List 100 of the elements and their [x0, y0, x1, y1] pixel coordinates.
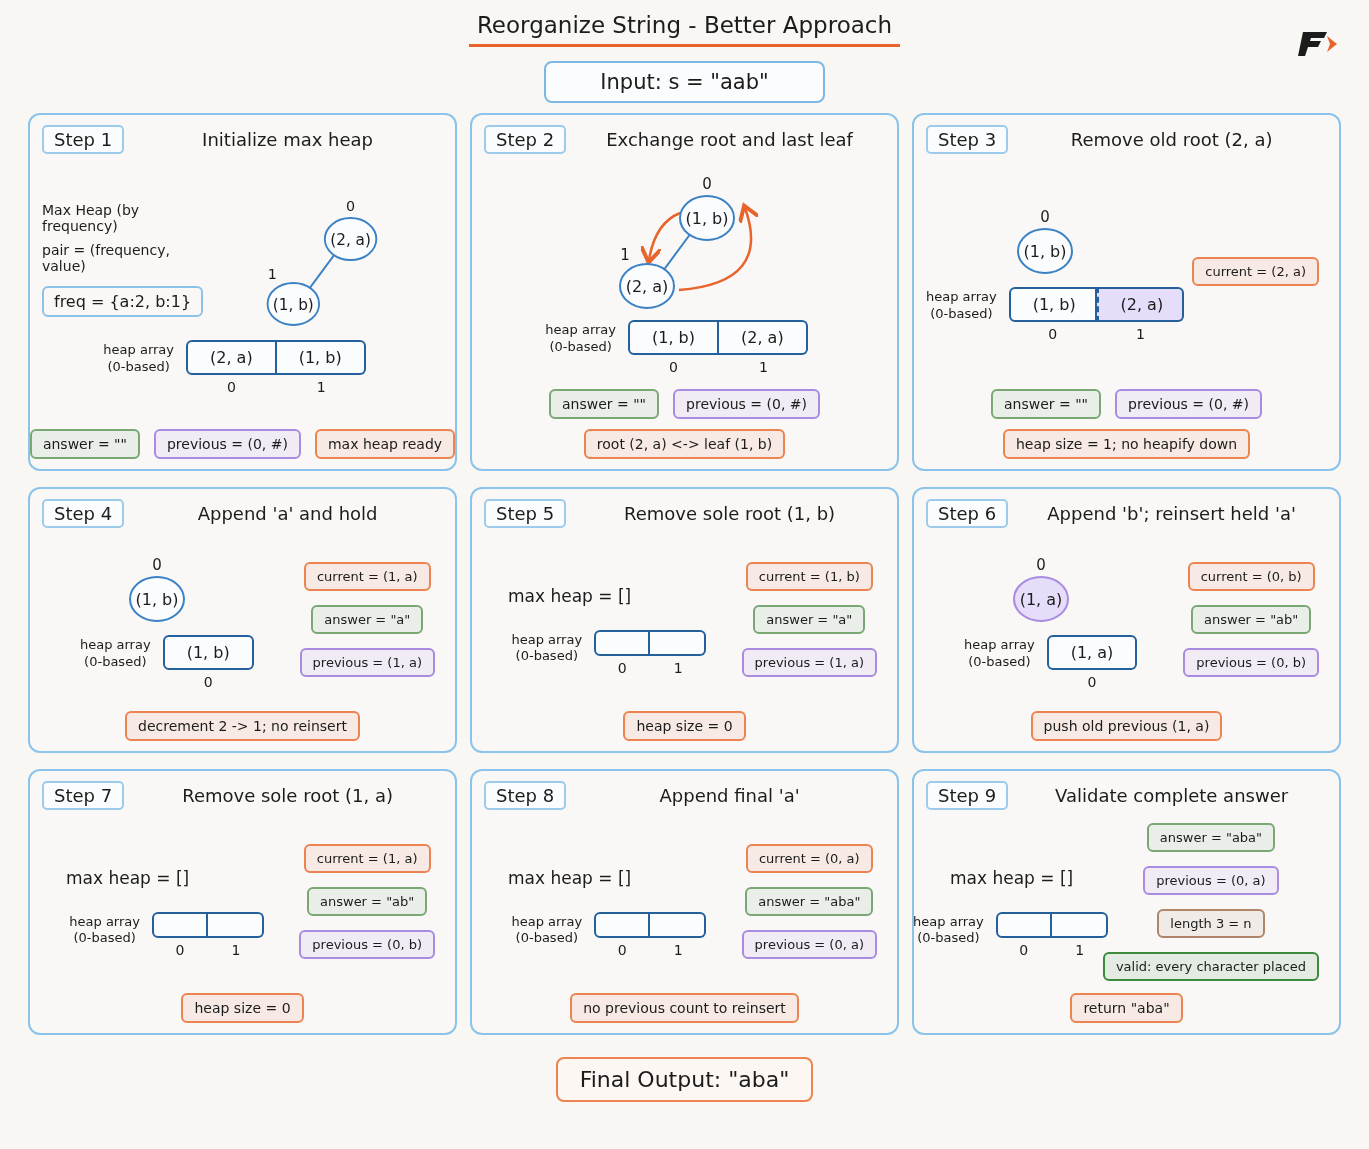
note-text: pair = (frequency, value)	[42, 242, 171, 274]
array-cell: (1, b)	[276, 340, 366, 375]
state-tag: root (2, a) <-> leaf (1, b)	[583, 429, 786, 459]
step-label: Step 9	[926, 781, 1009, 810]
heap-node: (1, a)	[1012, 576, 1069, 622]
state-tag: answer = ""	[991, 389, 1102, 419]
page-title: Reorganize String - Better Approach	[468, 12, 901, 47]
array-label: (0-based)	[84, 653, 147, 671]
array-cell: (1, b)	[628, 320, 719, 355]
array-index: 0	[668, 358, 679, 375]
state-tag: answer = "a"	[753, 605, 866, 634]
step-label: Step 3	[926, 125, 1009, 154]
heap-node: (1, b)	[266, 282, 321, 326]
array-index: 0	[174, 940, 186, 958]
state-tag: answer = "ab"	[307, 887, 428, 916]
state-tag: current = (0, b)	[1187, 562, 1315, 591]
input-box: Input: s = "aab"	[544, 61, 825, 103]
logo-icon	[1297, 30, 1339, 58]
state-tag: previous = (0, a)	[741, 930, 877, 959]
state-tag: valid: every character placed	[1102, 951, 1319, 981]
state-tag: answer = "aba"	[745, 887, 874, 916]
heap-node: (1, b)	[1017, 228, 1074, 274]
node-index: 1	[267, 266, 277, 283]
array-label: (0-based)	[917, 930, 980, 948]
heap-node: (2, a)	[323, 217, 378, 261]
state-tag: current = (1, a)	[303, 844, 431, 873]
step-title: Append final 'a'	[658, 785, 801, 806]
definition-box: freq = {a:2, b:1}	[42, 286, 204, 317]
array-index: 0	[616, 940, 628, 958]
state-tag: previous = (0, #)	[673, 389, 820, 419]
array-label: heap array	[545, 322, 616, 339]
state-tag: length 3 = n	[1157, 908, 1265, 938]
state-tag: return "aba"	[1070, 993, 1183, 1023]
array-index: 1	[315, 378, 327, 395]
array-index: 1	[757, 358, 769, 375]
note-text: Max Heap (by frequency)	[42, 202, 141, 234]
array-index: 0	[616, 658, 628, 676]
node-index: 0	[701, 175, 712, 193]
array-index: 0	[202, 673, 214, 690]
array-label: heap array	[69, 913, 140, 931]
node-index: 1	[619, 246, 630, 264]
state-tag: current = (1, b)	[745, 562, 873, 591]
state-tag: heap size = 0	[181, 993, 304, 1023]
state-tag: previous = (0, b)	[299, 930, 435, 959]
node-index: 0	[346, 198, 356, 215]
heap-node: (1, b)	[678, 195, 735, 241]
state-tag: current = (0, a)	[745, 844, 873, 873]
tree-edge	[662, 232, 691, 272]
step-label: Step 5	[484, 499, 567, 528]
array-label: (0-based)	[73, 930, 136, 948]
state-tag: decrement 2 -> 1; no reinsert	[125, 711, 360, 741]
node-index: 0	[152, 556, 162, 574]
array-label: heap array	[964, 637, 1035, 654]
state-tag: answer = "aba"	[1146, 822, 1276, 852]
array-label: heap array	[103, 342, 174, 359]
state-tag: previous = (0, b)	[1183, 648, 1319, 677]
final-output-box: Final Output: "aba"	[555, 1057, 814, 1102]
array-label: heap array	[511, 913, 583, 931]
step-label: Step 4	[42, 499, 125, 528]
empty-heap-text: max heap = []	[507, 584, 633, 608]
empty-heap-text: max heap = []	[65, 866, 191, 890]
array-label: heap array	[511, 631, 583, 649]
array-cell: (1, b)	[1008, 287, 1097, 322]
state-tag: current = (2, a)	[1192, 257, 1319, 286]
array-label: (0-based)	[549, 338, 612, 356]
array-index: 0	[225, 378, 237, 395]
array-label: (0-based)	[515, 648, 578, 666]
empty-heap-text: max heap = []	[507, 866, 633, 890]
step-title: Remove sole root (1, b)	[623, 503, 837, 524]
array-label: (0-based)	[107, 358, 170, 376]
step-title: Append 'a' and hold	[196, 503, 379, 524]
step-title: Exchange root and last leaf	[605, 129, 855, 150]
state-tag: previous = (0, #)	[154, 429, 301, 459]
array-cell: (1, a)	[1046, 635, 1138, 670]
array-label: heap array	[913, 913, 984, 931]
state-tag: no previous count to reinsert	[570, 993, 799, 1023]
array-index: 1	[1134, 325, 1146, 342]
array-index: 0	[1086, 673, 1098, 690]
array-label: (0-based)	[930, 305, 993, 323]
step-title: Remove sole root (1, a)	[181, 785, 394, 806]
heap-node: (2, a)	[618, 263, 675, 309]
state-tag: answer = "ab"	[1191, 605, 1312, 634]
state-tag: previous = (0, #)	[1115, 389, 1262, 419]
tree-edge	[308, 253, 336, 290]
array-label: heap array	[926, 289, 997, 306]
state-tag: current = (1, a)	[303, 562, 431, 591]
state-tag: answer = ""	[29, 429, 140, 459]
array-cell: (2, a)	[719, 320, 808, 355]
state-tag: answer = ""	[549, 389, 660, 419]
state-tag: answer = "a"	[311, 605, 424, 634]
node-index: 0	[1035, 556, 1046, 574]
step-title: Remove old root (2, a)	[1069, 129, 1274, 150]
state-tag: previous = (1, a)	[299, 648, 435, 677]
array-index: 1	[230, 940, 242, 958]
array-cell: (2, a)	[1096, 287, 1185, 322]
step-label: Step 2	[484, 125, 567, 154]
step-label: Step 1	[42, 125, 125, 154]
empty-heap-text: max heap = []	[949, 866, 1075, 890]
heap-node: (1, b)	[128, 576, 185, 622]
array-cell: (1, b)	[162, 635, 254, 670]
